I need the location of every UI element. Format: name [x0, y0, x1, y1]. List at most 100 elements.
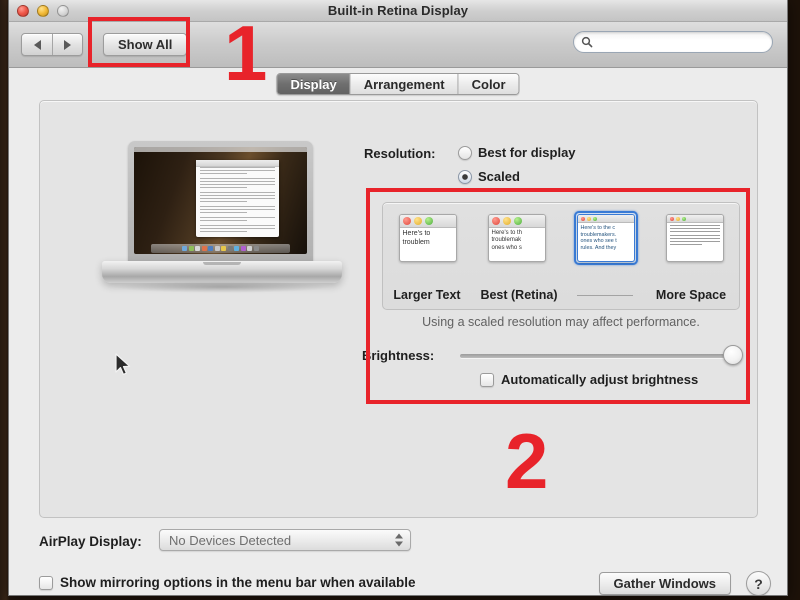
checkbox-icon[interactable] — [480, 372, 494, 387]
label-best-retina: Best (Retina) — [480, 288, 558, 302]
help-button[interactable]: ? — [746, 571, 771, 595]
brightness-label: Brightness: — [362, 348, 435, 363]
mini-text-line: Here's to — [402, 230, 431, 237]
scaled-resolution-chooser: Here's to troublem Here's to th troublem… — [382, 202, 740, 310]
annotation-number-2: 2 — [505, 417, 549, 505]
airplay-display-value: No Devices Detected — [169, 532, 292, 548]
radio-button-icon — [458, 145, 472, 160]
mini-window-body: Here's to the c troublemakers. ones who … — [578, 223, 634, 261]
show-all-button[interactable]: Show All — [103, 33, 188, 56]
display-preview-image — [102, 133, 342, 313]
radio-button-selected-icon — [458, 169, 472, 184]
scaled-thumbnail-labels: Larger Text Best (Retina) More Space — [383, 288, 739, 302]
tab-arrangement[interactable]: Arrangement — [349, 74, 458, 94]
chevron-right-icon — [64, 39, 71, 50]
preview-menubar — [134, 147, 307, 152]
mini-window-titlebar — [488, 215, 545, 228]
mini-window: Here's to the c troublemakers. ones who … — [576, 214, 635, 262]
mini-window-titlebar — [577, 215, 634, 223]
auto-brightness-checkbox-row[interactable]: Automatically adjust brightness — [480, 372, 698, 387]
mini-zoom-icon — [681, 216, 686, 221]
mini-minimize-icon — [586, 216, 591, 221]
airplay-display-popup[interactable]: No Devices Detected — [159, 529, 411, 551]
system-preferences-window: Built-in Retina Display Show All Display… — [8, 0, 788, 596]
chevron-left-icon — [33, 39, 41, 50]
thumbnail-frame[interactable]: Here's to th troublemak ones who s — [485, 211, 549, 265]
mouse-cursor-icon — [115, 353, 131, 375]
window-title: Built-in Retina Display — [327, 3, 469, 18]
scaled-thumbnail-larger-text[interactable]: Here's to troublem — [390, 211, 466, 265]
back-button[interactable] — [22, 34, 52, 55]
scaled-resolution-note: Using a scaled resolution may affect per… — [422, 315, 700, 329]
auto-brightness-label: Automatically adjust brightness — [501, 372, 699, 387]
mini-text-line: ones who s — [491, 244, 522, 251]
airplay-display-label: AirPlay Display: — [39, 534, 142, 549]
thumbnail-frame[interactable] — [663, 211, 727, 265]
label-divider — [567, 294, 643, 296]
search-input[interactable] — [596, 35, 756, 49]
mini-zoom-icon — [424, 217, 433, 225]
thumbnail-frame-selected[interactable]: Here's to the c troublemakers. ones who … — [573, 211, 638, 265]
scaled-thumbnail-selected[interactable]: Here's to the c troublemakers. ones who … — [568, 211, 644, 265]
resolution-label: Resolution: — [364, 146, 436, 161]
mini-window: Here's to th troublemak ones who s — [487, 214, 546, 262]
preview-document-window — [196, 159, 280, 237]
window-titlebar[interactable]: Built-in Retina Display — [9, 0, 787, 22]
mini-close-icon — [580, 216, 585, 221]
tab-group: Display Arrangement Color — [276, 73, 520, 95]
mini-window-body — [667, 223, 723, 261]
mini-window-titlebar — [666, 215, 723, 223]
mini-text-line: troublemakers. — [580, 231, 617, 238]
screenshot-root: Built-in Retina Display Show All Display… — [0, 0, 800, 600]
slider-track[interactable] — [460, 354, 740, 358]
brightness-slider[interactable] — [460, 345, 743, 365]
mini-minimize-icon — [675, 216, 680, 221]
mini-window: Here's to troublem — [398, 214, 457, 262]
mini-text-line: troublem — [402, 238, 430, 246]
macbook-base — [102, 261, 342, 283]
scaled-thumbnail-more-space[interactable] — [657, 211, 733, 265]
radio-best-for-display[interactable]: Best for display — [458, 145, 576, 160]
scaled-thumbnail-list: Here's to troublem Here's to th troublem… — [383, 211, 739, 265]
macbook-shadow — [112, 281, 332, 293]
radio-best-for-display-label: Best for display — [478, 145, 576, 160]
search-icon — [581, 36, 593, 48]
mini-minimize-icon — [413, 217, 422, 225]
show-mirroring-label: Show mirroring options in the menu bar w… — [60, 575, 416, 590]
scaled-thumbnail-best-retina[interactable]: Here's to th troublemak ones who s — [479, 211, 555, 265]
checkbox-icon[interactable] — [39, 575, 53, 590]
radio-scaled-label: Scaled — [478, 169, 520, 184]
search-field[interactable] — [573, 31, 773, 53]
label-more-space: More Space — [655, 288, 727, 302]
mini-text-line: Here's to the c — [580, 225, 616, 231]
window-toolbar: Show All — [9, 22, 787, 68]
mini-text-line: rules. And they — [580, 244, 617, 251]
mini-window-body: Here's to troublem — [400, 228, 456, 261]
mini-close-icon — [491, 217, 500, 225]
chevron-down-icon — [395, 541, 403, 547]
forward-button[interactable] — [52, 34, 82, 55]
mini-close-icon — [402, 217, 411, 225]
macbook-screen — [134, 147, 307, 254]
tab-display[interactable]: Display — [277, 74, 350, 94]
mini-zoom-icon — [513, 217, 522, 225]
preview-dock — [151, 244, 290, 253]
display-settings-panel: Resolution: Best for display Scaled Here… — [39, 100, 758, 518]
tab-color[interactable]: Color — [457, 74, 519, 94]
slider-knob[interactable] — [723, 345, 743, 365]
mini-window-titlebar — [399, 215, 456, 228]
mini-text-line: ones who see t — [580, 238, 617, 245]
navigation-segmented-control[interactable] — [21, 33, 83, 56]
radio-scaled[interactable]: Scaled — [458, 169, 520, 184]
popup-stepper-icon — [395, 533, 403, 547]
chevron-up-icon — [395, 533, 403, 539]
thumbnail-frame[interactable]: Here's to troublem — [396, 211, 460, 265]
label-larger-text: Larger Text — [393, 288, 461, 302]
mini-window — [665, 214, 724, 262]
mini-text-line: Here's to th — [491, 230, 523, 236]
mini-zoom-icon — [592, 216, 597, 221]
gather-windows-button[interactable]: Gather Windows — [598, 572, 731, 595]
show-mirroring-checkbox-row[interactable]: Show mirroring options in the menu bar w… — [39, 575, 416, 590]
annotation-number-1: 1 — [224, 9, 268, 97]
divider-line — [577, 294, 633, 296]
